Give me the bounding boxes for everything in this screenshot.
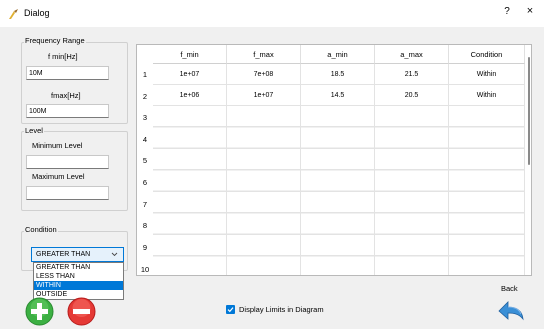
minimum-level-input[interactable]: [26, 155, 109, 169]
condition-select[interactable]: GREATER THAN: [31, 247, 124, 262]
column-header-amax[interactable]: a_max: [375, 45, 449, 64]
maximum-level-input[interactable]: [26, 186, 109, 200]
row-number: 4: [142, 135, 148, 144]
row-number: 5: [142, 156, 148, 165]
display-limits-checkbox[interactable]: [226, 305, 235, 314]
empty-rows-grid[interactable]: [153, 106, 525, 275]
table-corner: [137, 45, 153, 64]
row-number: 2: [142, 92, 148, 101]
fmax-label: fmax[Hz]: [51, 91, 81, 100]
table-cell[interactable]: 1e+06: [153, 85, 227, 106]
table-cell[interactable]: 1e+07: [153, 64, 227, 85]
column-header-fmax[interactable]: f_max: [227, 45, 301, 64]
frequency-range-label: Frequency Range: [24, 36, 86, 45]
table-cell[interactable]: 21.5: [375, 64, 449, 85]
row-number: 10: [140, 265, 150, 274]
row-number: 3: [142, 113, 148, 122]
condition-option[interactable]: GREATER THAN: [34, 263, 123, 272]
fmin-label: f min[Hz]: [48, 52, 78, 61]
row-number: 1: [142, 70, 148, 79]
maximum-level-label: Maximum Level: [32, 172, 85, 181]
table-cell[interactable]: 20.5: [375, 85, 449, 106]
fmin-input[interactable]: 10M: [26, 66, 109, 80]
table-cell[interactable]: Within: [449, 85, 525, 106]
table-cell[interactable]: 14.5: [301, 85, 375, 106]
minimum-level-label: Minimum Level: [32, 141, 83, 150]
back-arrow-icon[interactable]: [497, 299, 525, 324]
condition-option-highlighted[interactable]: WITHIN: [34, 281, 123, 290]
title-bar: Dialog ? ×: [0, 0, 544, 27]
row-number: 9: [142, 243, 148, 252]
condition-dropdown-list: GREATER THAN LESS THAN WITHIN OUTSIDE: [33, 262, 124, 300]
back-label: Back: [501, 284, 518, 293]
checkmark-icon: [227, 307, 234, 313]
add-row-button[interactable]: [25, 297, 54, 326]
table-cell[interactable]: 18.5: [301, 64, 375, 85]
column-header-fmin[interactable]: f_min: [153, 45, 227, 64]
row-number: 6: [142, 178, 148, 187]
scrollbar-thumb[interactable]: [528, 57, 530, 165]
fmax-input[interactable]: 100M: [26, 104, 109, 118]
level-label: Level: [24, 126, 44, 135]
help-button[interactable]: ?: [500, 6, 514, 20]
chevron-down-icon: [111, 252, 118, 257]
row-number: 7: [142, 200, 148, 209]
table-cell[interactable]: Within: [449, 64, 525, 85]
column-header-condition[interactable]: Condition: [449, 45, 525, 64]
table-cell[interactable]: 7e+08: [227, 64, 301, 85]
column-header-amin[interactable]: a_min: [301, 45, 375, 64]
app-icon: [9, 9, 18, 19]
display-limits-label: Display Limits in Diagram: [239, 305, 324, 314]
window-title: Dialog: [24, 8, 50, 18]
limits-table[interactable]: f_min f_max a_min a_max Condition 1 2 3 …: [136, 44, 532, 276]
close-button[interactable]: ×: [522, 5, 538, 21]
condition-label: Condition: [24, 225, 58, 234]
table-cell[interactable]: 1e+07: [227, 85, 301, 106]
row-number: 8: [142, 221, 148, 230]
remove-row-button[interactable]: [67, 297, 96, 326]
condition-option[interactable]: LESS THAN: [34, 272, 123, 281]
condition-selected-value: GREATER THAN: [36, 251, 91, 258]
